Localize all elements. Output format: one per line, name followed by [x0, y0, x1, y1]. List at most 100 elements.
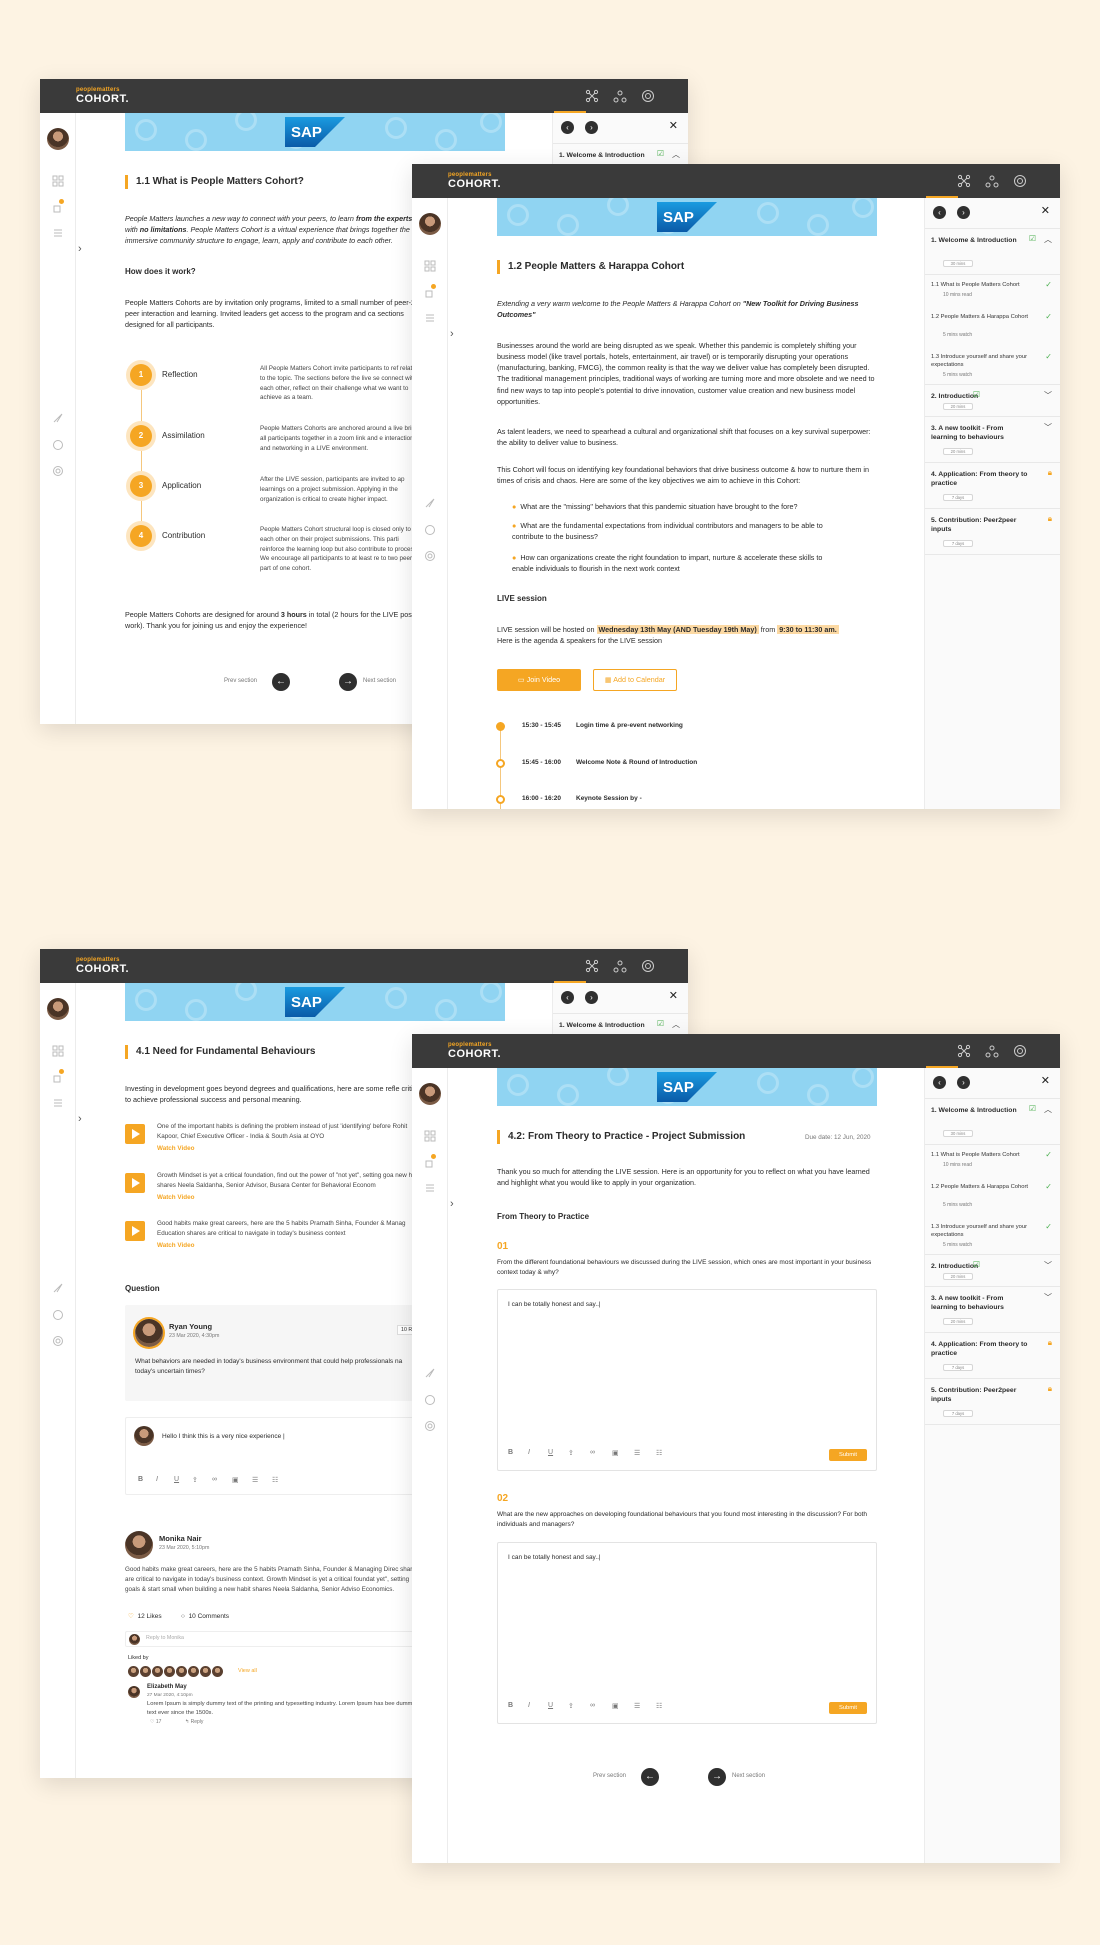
- bold-icon[interactable]: B: [508, 1449, 513, 1456]
- panel-prev-icon[interactable]: ‹: [933, 1076, 946, 1089]
- panel-item-3[interactable]: 1.3 Introduce yourself and share your ex…: [931, 1224, 1040, 1240]
- reply-like-count[interactable]: ♡ 17: [150, 1719, 161, 1727]
- panel-next-icon[interactable]: ›: [957, 1076, 970, 1089]
- panel-section-3[interactable]: 3. A new toolkit - From learning to beha…: [931, 424, 1030, 442]
- italic-icon[interactable]: I: [156, 1476, 158, 1483]
- image-icon[interactable]: ▣: [612, 1449, 619, 1457]
- network-icon[interactable]: [957, 174, 971, 188]
- community-icon[interactable]: [985, 174, 999, 188]
- upload-icon[interactable]: ⇪: [568, 1702, 574, 1710]
- chevron-up-icon[interactable]: ︿: [672, 149, 680, 160]
- chevron-down-icon[interactable]: ﹀: [1044, 1292, 1052, 1303]
- comments-button[interactable]: ○ 10 Comments: [181, 1612, 229, 1622]
- expand-chevron-icon[interactable]: ›: [78, 243, 82, 255]
- prev-section-label[interactable]: Prev section: [593, 1772, 626, 1781]
- list-icon[interactable]: [424, 1182, 436, 1194]
- panel-next-icon[interactable]: ›: [585, 991, 598, 1004]
- upload-icon[interactable]: ⇪: [568, 1449, 574, 1457]
- community-icon[interactable]: [985, 1044, 999, 1058]
- community-icon[interactable]: [613, 959, 627, 973]
- list-icon[interactable]: [52, 227, 64, 239]
- video-1-link[interactable]: Watch Video: [157, 1144, 194, 1154]
- next-section-label[interactable]: Next section: [363, 677, 396, 686]
- bold-icon[interactable]: B: [508, 1702, 513, 1709]
- play-video-icon[interactable]: [125, 1221, 145, 1241]
- user-avatar[interactable]: [419, 213, 441, 235]
- panel-section-5[interactable]: 5. Contribution: Peer2peer inputs: [931, 1386, 1036, 1404]
- answer-2-editor[interactable]: I can be totally honest and say..| B I U…: [497, 1542, 877, 1724]
- panel-item-3[interactable]: 1.3 Introduce yourself and share your ex…: [931, 354, 1040, 370]
- settings-icon[interactable]: [52, 465, 64, 477]
- panel-prev-icon[interactable]: ‹: [933, 206, 946, 219]
- panel-section-1[interactable]: 1. Welcome & Introduction: [931, 1106, 1020, 1115]
- close-icon[interactable]: ✕: [669, 119, 678, 132]
- underline-icon[interactable]: U: [548, 1449, 553, 1456]
- chevron-up-icon[interactable]: ︿: [1044, 1104, 1052, 1115]
- prev-section-label[interactable]: Prev section: [224, 677, 257, 686]
- close-icon[interactable]: ✕: [1041, 1074, 1050, 1087]
- chevron-down-icon[interactable]: ﹀: [1044, 390, 1052, 401]
- panel-section-2[interactable]: 2. Introduction: [931, 1262, 1000, 1271]
- video-3-link[interactable]: Watch Video: [157, 1241, 194, 1251]
- expand-chevron-icon[interactable]: ›: [450, 1198, 454, 1210]
- answer-2-input[interactable]: I can be totally honest and say..|: [508, 1553, 601, 1563]
- expand-chevron-icon[interactable]: ›: [450, 328, 454, 340]
- grid-icon[interactable]: [424, 1130, 436, 1142]
- bullet-list-icon[interactable]: ☰: [634, 1449, 640, 1457]
- play-video-icon[interactable]: [125, 1124, 145, 1144]
- answer-1-input[interactable]: I can be totally honest and say..|: [508, 1300, 601, 1310]
- grid-icon[interactable]: [424, 260, 436, 272]
- panel-prev-icon[interactable]: ‹: [561, 121, 574, 134]
- next-section-button[interactable]: →: [708, 1768, 726, 1786]
- close-icon[interactable]: ✕: [669, 989, 678, 1002]
- user-avatar[interactable]: [47, 128, 69, 150]
- globe-icon[interactable]: [52, 1309, 64, 1321]
- underline-icon[interactable]: U: [548, 1702, 553, 1709]
- next-section-button[interactable]: →: [339, 673, 357, 691]
- panel-section-4[interactable]: 4. Application: From theory to practice: [931, 1340, 1036, 1358]
- panel-section-1[interactable]: 1. Welcome & Introduction: [559, 151, 648, 160]
- video-2-link[interactable]: Watch Video: [157, 1193, 194, 1203]
- globe-icon[interactable]: [424, 1394, 436, 1406]
- panel-section-5[interactable]: 5. Contribution: Peer2peer inputs: [931, 516, 1036, 534]
- community-icon[interactable]: [613, 89, 627, 103]
- globe-icon[interactable]: [52, 439, 64, 451]
- panel-item-1[interactable]: 1.1 What is People Matters Cohort: [931, 282, 1040, 290]
- join-video-button[interactable]: ▭ Join Video: [497, 669, 581, 691]
- link-icon[interactable]: ∞: [212, 1476, 217, 1483]
- list-icon[interactable]: [424, 312, 436, 324]
- panel-item-1[interactable]: 1.1 What is People Matters Cohort: [931, 1152, 1040, 1160]
- numbered-list-icon[interactable]: ☷: [272, 1476, 278, 1484]
- bullet-list-icon[interactable]: ☰: [634, 1702, 640, 1710]
- reply-action[interactable]: ↰ Reply: [185, 1719, 203, 1727]
- chevron-down-icon[interactable]: ﹀: [1044, 422, 1052, 433]
- bullet-list-icon[interactable]: ☰: [252, 1476, 258, 1484]
- brand-logo[interactable]: peoplematters COHORT.: [448, 172, 501, 190]
- numbered-list-icon[interactable]: ☷: [656, 1449, 662, 1457]
- play-video-icon[interactable]: [125, 1173, 145, 1193]
- settings-icon[interactable]: [424, 1420, 436, 1432]
- add-calendar-button[interactable]: ▦ Add to Calendar: [593, 669, 677, 691]
- target-icon[interactable]: [1013, 174, 1027, 188]
- submit-button[interactable]: Submit: [829, 1702, 867, 1714]
- user-avatar[interactable]: [47, 998, 69, 1020]
- italic-icon[interactable]: I: [528, 1702, 530, 1709]
- chevron-down-icon[interactable]: ﹀: [1044, 1260, 1052, 1271]
- brand-logo[interactable]: peoplematters COHORT.: [76, 87, 129, 105]
- network-icon[interactable]: [957, 1044, 971, 1058]
- panel-item-2[interactable]: 1.2 People Matters & Harappa Cohort: [931, 1184, 1040, 1192]
- next-section-label[interactable]: Next section: [732, 1772, 765, 1781]
- target-icon[interactable]: [641, 959, 655, 973]
- like-button[interactable]: ♡ 12 Likes: [128, 1612, 162, 1622]
- view-all-link[interactable]: View all: [238, 1667, 257, 1676]
- settings-icon[interactable]: [424, 550, 436, 562]
- expand-chevron-icon[interactable]: ›: [78, 1113, 82, 1125]
- rocket-icon[interactable]: [52, 1282, 64, 1294]
- rocket-icon[interactable]: [424, 1367, 436, 1379]
- close-icon[interactable]: ✕: [1041, 204, 1050, 217]
- panel-prev-icon[interactable]: ‹: [561, 991, 574, 1004]
- panel-next-icon[interactable]: ›: [957, 206, 970, 219]
- prev-section-button[interactable]: ←: [641, 1768, 659, 1786]
- target-icon[interactable]: [1013, 1044, 1027, 1058]
- rocket-icon[interactable]: [424, 497, 436, 509]
